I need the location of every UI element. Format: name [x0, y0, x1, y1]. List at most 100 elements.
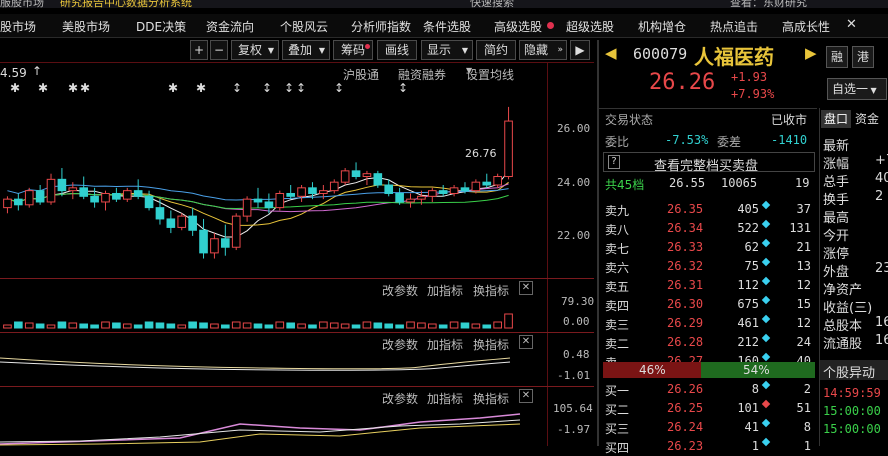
- candle-body: [264, 201, 274, 209]
- xianshi-button[interactable]: 显示 ▼: [421, 40, 473, 60]
- buy-row[interactable]: 买二 26.25 101 51: [599, 399, 817, 418]
- updown-marker-icon[interactable]: ↕: [296, 81, 306, 95]
- vol-jiazhibiao[interactable]: 加指标: [427, 282, 463, 299]
- hualine-button[interactable]: 画线: [377, 40, 417, 60]
- menu-item-meigu[interactable]: 美股市场: [62, 18, 110, 35]
- vol-close-icon[interactable]: ✕: [519, 281, 533, 295]
- menu-item-fenxishi[interactable]: 分析师指数: [351, 18, 411, 35]
- chouma-dot-icon: [365, 44, 370, 49]
- prev-stock-icon[interactable]: ◀: [605, 44, 617, 62]
- macd-tick-high: 0.48: [563, 348, 590, 361]
- full-book-button[interactable]: ? 查看完整档买卖盘: [603, 152, 815, 174]
- candle-body: [210, 238, 219, 254]
- volume-bar: [144, 321, 154, 329]
- sell-row[interactable]: 卖六 26.32 75 13: [599, 257, 817, 276]
- sell-price: 26.29: [667, 316, 704, 330]
- side-stat-value: 16: [875, 333, 888, 348]
- candle-body: [427, 190, 437, 197]
- sell-row[interactable]: 卖九 26.35 405 37: [599, 200, 817, 219]
- collapse-arrow-button[interactable]: ▶: [570, 40, 590, 60]
- top-strip-left: 服股市场: [0, 0, 44, 8]
- sell-diamond-icon: [761, 219, 771, 229]
- jianyue-button[interactable]: 简约: [476, 40, 516, 60]
- volume-svg: [3, 313, 513, 329]
- menu-item-gushi[interactable]: 股市场: [0, 18, 36, 35]
- chouma-button[interactable]: 筹码: [333, 40, 373, 60]
- sell-row[interactable]: 卖七 26.33 62 21: [599, 238, 817, 257]
- dieja-button[interactable]: 叠加 ▼: [282, 40, 330, 60]
- next-stock-icon[interactable]: ▶: [805, 44, 817, 62]
- menu-item-fengyun[interactable]: 个股风云: [280, 18, 328, 35]
- updown-marker-icon[interactable]: ↕: [232, 81, 242, 95]
- arrow-up-icon: ↑: [32, 64, 43, 78]
- tab-zijin[interactable]: 资金: [855, 110, 879, 127]
- top-strip-right[interactable]: 查看：东财研究: [730, 0, 807, 8]
- candle-body: [199, 229, 208, 254]
- gang-button[interactable]: 港: [852, 46, 874, 68]
- candle-body: [351, 170, 361, 178]
- sell-row[interactable]: 卖五 26.31 112 12: [599, 276, 817, 295]
- rong-button[interactable]: 融: [826, 46, 848, 68]
- buy-level-label: 买二: [605, 403, 630, 417]
- sell-count: 15: [796, 297, 811, 311]
- menu-item-redian[interactable]: 热点追击: [710, 18, 758, 35]
- zoom-in-button[interactable]: +: [190, 40, 208, 60]
- star-marker-icon[interactable]: ✱: [38, 81, 48, 95]
- top-strip-link[interactable]: 研究报告中心数据分析系统: [60, 0, 192, 8]
- volume-bar: [46, 324, 56, 329]
- updown-marker-icon[interactable]: ↕: [398, 81, 408, 95]
- jiaoyi-value: 已收市: [771, 113, 808, 127]
- y-tick-26: 26.00: [557, 122, 591, 135]
- weicha-value: -1410: [771, 133, 808, 147]
- buy-count: 1: [803, 439, 811, 453]
- buy-row[interactable]: 买一 26.26 8 2: [599, 380, 817, 399]
- menu-item-chaoji[interactable]: 超级选股: [566, 18, 614, 35]
- top-strip-search[interactable]: 快速搜索: [470, 0, 514, 8]
- tab-pankou[interactable]: 盘口: [821, 110, 851, 128]
- y-tick-24: 24.00: [557, 176, 591, 189]
- buy-price: 26.23: [667, 439, 704, 453]
- sell-row[interactable]: 卖八 26.34 522 131: [599, 219, 817, 238]
- star-marker-icon[interactable]: ✱: [10, 81, 20, 95]
- buy-row[interactable]: 买四 26.23 1 1: [599, 437, 817, 456]
- menu-item-gaoji[interactable]: 高级选股: [494, 18, 542, 35]
- zoom-out-button[interactable]: −: [210, 40, 228, 60]
- updown-marker-icon[interactable]: ↕: [262, 81, 272, 95]
- volume-bar: [417, 322, 426, 329]
- updown-marker-icon[interactable]: ↕: [284, 81, 294, 95]
- buy-level-label: 买一: [605, 384, 630, 398]
- macd-close-icon[interactable]: ✕: [519, 335, 533, 349]
- vol-huanzhibiao[interactable]: 换指标: [473, 282, 509, 299]
- high-price-label: 26.76: [465, 147, 497, 160]
- star-marker-icon[interactable]: ✱: [68, 81, 78, 95]
- menu-close-icon[interactable]: ✕: [846, 17, 857, 32]
- star-marker-icon[interactable]: ✱: [80, 81, 90, 95]
- menu-item-dde[interactable]: DDE决策: [136, 18, 186, 35]
- sell-row[interactable]: 卖三 26.29 461 12: [599, 314, 817, 333]
- menu-item-gaochengzhang[interactable]: 高成长性: [782, 18, 830, 35]
- updown-marker-icon[interactable]: ↕: [334, 81, 344, 95]
- menu-item-jigou[interactable]: 机构增仓: [638, 18, 686, 35]
- fuquan-button[interactable]: 复权 ▼: [231, 40, 279, 60]
- side-stat-row: 外盘 23: [823, 261, 888, 280]
- candle-body: [177, 215, 187, 228]
- menu-bar: 股市场 美股市场 DDE决策 资金流向 个股风云 分析师指数 条件选股 高级选股…: [0, 14, 888, 38]
- sell-row[interactable]: 卖二 26.28 212 24: [599, 333, 817, 352]
- volume-bar: [406, 321, 415, 329]
- buy-diamond-icon: [761, 418, 771, 428]
- buy-row[interactable]: 买三 26.24 41 8: [599, 418, 817, 437]
- buy-level-label: 买四: [605, 441, 630, 455]
- ratio-left-label: 46%: [639, 363, 666, 377]
- zixuan-dropdown[interactable]: 自选一 ▼: [827, 78, 887, 100]
- sell-row[interactable]: 卖四 26.30 675 15: [599, 295, 817, 314]
- volume-bar: [24, 322, 34, 329]
- menu-item-zijin[interactable]: 资金流向: [206, 18, 254, 35]
- star-marker-icon[interactable]: ✱: [168, 81, 178, 95]
- vol-gaicanshu[interactable]: 改参数: [382, 282, 418, 299]
- star-marker-icon[interactable]: ✱: [196, 81, 206, 95]
- yidong-time-2: 15:00:00: [823, 404, 881, 418]
- kdj-close-icon[interactable]: ✕: [519, 389, 533, 403]
- menu-item-tiaojian[interactable]: 条件选股: [423, 18, 471, 35]
- yincang-button[interactable]: 隐藏 »: [519, 40, 567, 60]
- chevron-down-icon: ▼: [466, 66, 473, 75]
